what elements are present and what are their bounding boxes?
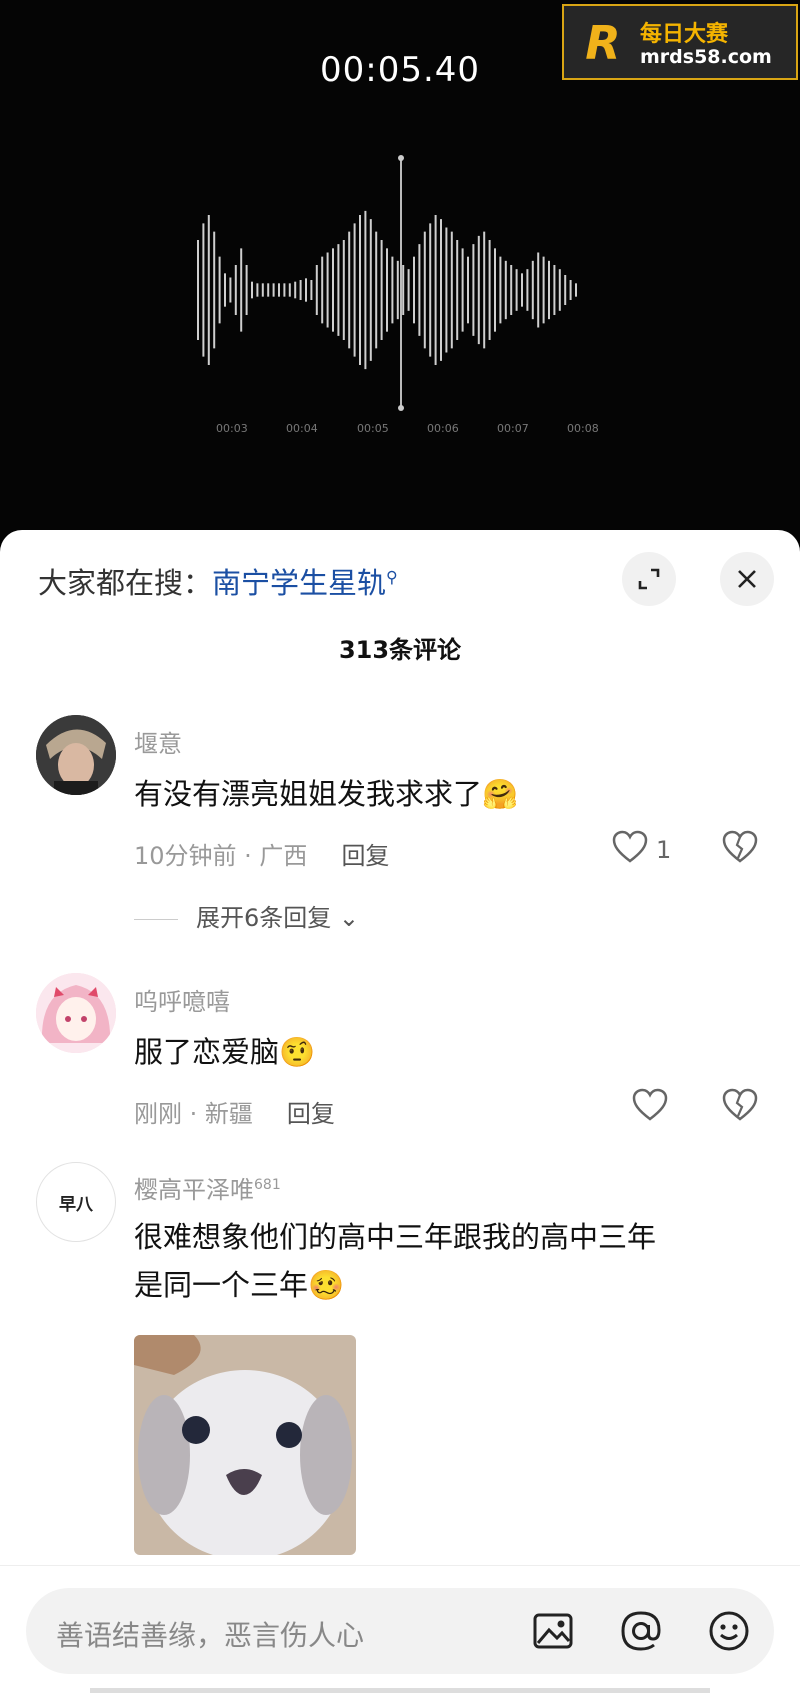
video-player[interactable]: 00:05.40 R 每日大赛 mrds58.com 00:03 00:04 0… — [0, 0, 800, 540]
search-icon: ⚲ — [386, 567, 398, 587]
logo-url: mrds58.com — [640, 46, 772, 68]
comment-input-placeholder: 善语结善缘，恶言伤人心 — [56, 1619, 365, 1652]
hug-emoji-icon: 🤗 — [482, 777, 519, 811]
trending-search[interactable]: 大家都在搜：南宁学生星轨⚲ — [38, 560, 398, 602]
avatar-text: 早八 — [59, 1194, 93, 1215]
tick-label: 00:05 — [357, 422, 389, 435]
watermark-logo: R 每日大赛 mrds58.com — [562, 4, 798, 80]
like-count: 1 — [656, 836, 672, 864]
avatar[interactable] — [36, 973, 116, 1053]
user-badge: 681 — [254, 1177, 281, 1193]
raised-eyebrow-emoji-icon: 🤨 — [279, 1035, 316, 1069]
comment-time-location: 10分钟前 · 广西 — [134, 842, 308, 870]
expand-icon — [638, 568, 660, 590]
image-icon[interactable] — [530, 1608, 576, 1654]
comment-text: 服了恋爱脑🤨 — [134, 1028, 315, 1076]
chevron-down-icon: ⌄ — [338, 904, 360, 932]
comment-image-puppy[interactable] — [134, 1335, 356, 1555]
reply-button[interactable]: 回复 — [287, 1100, 335, 1128]
close-icon — [738, 570, 756, 588]
expand-button[interactable] — [622, 552, 676, 606]
comment-meta: 刚刚 · 新疆 回复 — [134, 1094, 335, 1129]
username-text: 樱高平泽唯 — [134, 1176, 254, 1204]
blue-hair-emoji-icon: 🥴 — [308, 1268, 345, 1302]
expand-replies-button[interactable]: 展开6条回复 ⌄ — [134, 898, 359, 933]
comment-sheet: 大家都在搜：南宁学生星轨⚲ 313条评论 — [0, 530, 800, 1693]
comment-input[interactable]: 善语结善缘，恶言伤人心 — [26, 1588, 774, 1674]
comment-text: 很难想象他们的高中三年跟我的高中三年 是同一个三年🥴 — [134, 1213, 656, 1309]
comment-count: 313条评论 — [338, 636, 462, 664]
logo-mark: R — [585, 16, 621, 70]
tick-label: 00:07 — [497, 422, 529, 435]
avatar[interactable]: 早八 — [36, 1162, 116, 1242]
dislike-broken-heart-icon[interactable] — [722, 1088, 758, 1122]
puppy-image — [134, 1335, 356, 1555]
avatar[interactable] — [36, 715, 116, 795]
comment-text-line: 是同一个三年🥴 — [134, 1261, 656, 1309]
comment-username[interactable]: 堰意 — [134, 724, 182, 759]
comment-username[interactable]: 呜呼噫嘻 — [134, 982, 230, 1017]
comment-input-area: 善语结善缘，恶言伤人心 — [0, 1565, 800, 1694]
avatar-image — [36, 973, 116, 1053]
tick-label: 00:08 — [567, 422, 599, 435]
mention-at-icon[interactable] — [618, 1608, 664, 1654]
comment-time-location: 刚刚 · 新疆 — [134, 1100, 253, 1128]
search-prefix: 大家都在搜： — [38, 566, 213, 600]
comment-text-line: 很难想象他们的高中三年跟我的高中三年 — [134, 1220, 657, 1254]
tick-label: 00:06 — [427, 422, 459, 435]
tick-label: 00:04 — [286, 422, 318, 435]
divider — [134, 918, 178, 920]
comment-text-content: 有没有漂亮姐姐发我求求了 — [134, 777, 483, 811]
audio-waveform — [197, 155, 577, 411]
comment-meta: 10分钟前 · 广西 回复 — [134, 836, 389, 871]
comment-text: 有没有漂亮姐姐发我求求了🤗 — [134, 770, 518, 818]
logo-title: 每日大赛 — [640, 22, 729, 47]
like-heart-icon[interactable] — [632, 1088, 668, 1122]
expand-replies-label: 展开6条回复 — [196, 904, 332, 932]
emoji-icon[interactable] — [706, 1608, 752, 1654]
comment-text-content: 是同一个三年 — [134, 1268, 309, 1302]
close-button[interactable] — [720, 552, 774, 606]
comment-text-content: 服了恋爱脑 — [134, 1035, 280, 1069]
home-indicator — [90, 1688, 710, 1693]
comment-username[interactable]: 樱高平泽唯681 — [134, 1170, 281, 1205]
avatar-image — [36, 715, 116, 795]
dislike-broken-heart-icon[interactable] — [722, 830, 758, 864]
like-heart-icon[interactable] — [612, 830, 648, 864]
search-keyword-link[interactable]: 南宁学生星轨 — [212, 566, 386, 600]
tick-label: 00:03 — [216, 422, 248, 435]
reply-button[interactable]: 回复 — [341, 842, 389, 870]
